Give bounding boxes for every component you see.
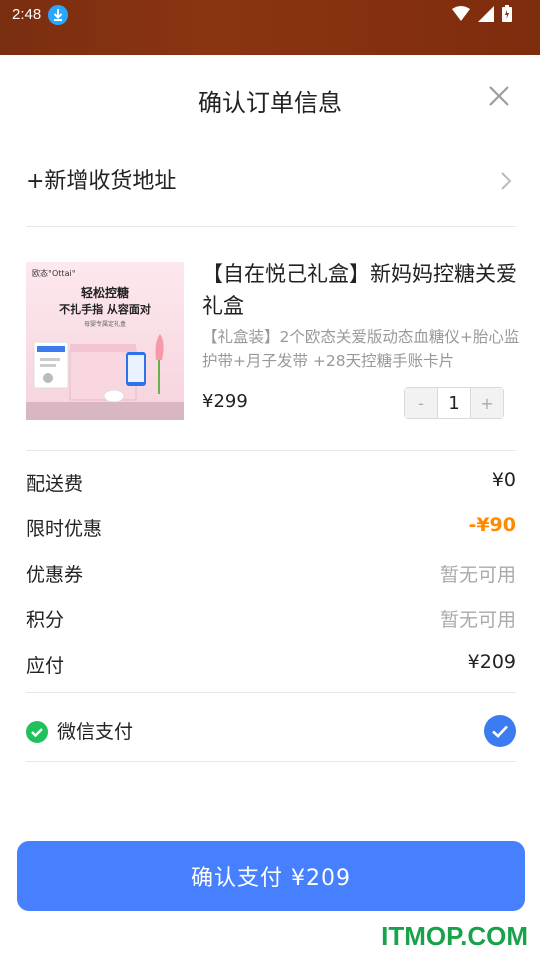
increase-button[interactable]: +	[471, 388, 503, 418]
order-confirm-sheet: 确认订单信息 +新增收货地址 欧态°Ottai° 轻松控糖 不扎手指 从容面对 …	[0, 55, 540, 960]
chevron-right-icon[interactable]	[500, 171, 512, 195]
product-name: 【自在悦己礼盒】新妈妈控糖关爱礼盒	[202, 262, 517, 318]
wechat-pay-icon	[26, 721, 48, 743]
signal-icon	[478, 5, 494, 22]
fee-label: 优惠券	[26, 564, 84, 586]
battery-icon	[502, 5, 512, 22]
fee-value: ¥0	[491, 469, 516, 491]
product-description: 【礼盒装】2个欧态关爱版动态血糖仪+胎心监护带+月子发带 +28天控糖手账卡片	[202, 328, 520, 370]
payment-method-label: 微信支付	[57, 721, 134, 743]
quantity-value[interactable]: 1	[437, 388, 471, 418]
fee-label: 限时优惠	[26, 518, 103, 540]
payment-option-wechat[interactable]: 微信支付	[26, 715, 516, 751]
decrease-button[interactable]: -	[405, 388, 437, 418]
download-icon	[48, 5, 68, 25]
fee-row-delivery: 配送费 ¥0	[26, 469, 516, 496]
fee-row-payable: 应付 ¥209	[26, 651, 516, 678]
fee-row-coupon[interactable]: 优惠券 暂无可用	[26, 560, 516, 587]
gift-box-illustration	[26, 334, 184, 420]
fee-row-points[interactable]: 积分 暂无可用	[26, 605, 516, 632]
add-address-button[interactable]: +新增收货地址	[26, 163, 176, 195]
status-bar: 2:48	[0, 0, 540, 55]
fee-value: 暂无可用	[439, 564, 516, 586]
status-time: 2:48	[12, 6, 42, 23]
divider	[26, 761, 516, 762]
product-image: 欧态°Ottai° 轻松控糖 不扎手指 从容面对 母婴专属定礼盒	[26, 262, 184, 420]
product-image-line2: 不扎手指 从容面对	[59, 303, 151, 316]
confirm-pay-button[interactable]: 确认支付 ¥209	[17, 841, 525, 911]
fee-label: 配送费	[26, 473, 84, 495]
quantity-stepper: - 1 +	[404, 387, 504, 419]
discount-value: -¥90	[468, 514, 516, 536]
status-icons	[452, 5, 512, 22]
fee-value: 暂无可用	[439, 609, 516, 631]
sheet-title: 确认订单信息	[198, 89, 342, 117]
selected-check-icon[interactable]	[484, 715, 516, 747]
fee-label: 应付	[26, 655, 65, 677]
fee-label: 积分	[26, 609, 65, 631]
divider	[26, 450, 516, 451]
wifi-icon	[452, 5, 470, 21]
fee-row-limited-discount: 限时优惠 -¥90	[26, 514, 516, 541]
watermark-logo: ITMOP.COM	[381, 921, 528, 951]
divider	[26, 226, 516, 227]
payable-value: ¥209	[467, 651, 516, 673]
product-image-line1: 轻松控糖	[80, 286, 129, 300]
divider	[26, 692, 516, 693]
product-price: ¥299	[202, 391, 248, 412]
close-icon[interactable]	[488, 85, 510, 107]
product-image-line3: 母婴专属定礼盒	[83, 321, 126, 328]
product-image-brand: 欧态°Ottai°	[32, 269, 76, 278]
